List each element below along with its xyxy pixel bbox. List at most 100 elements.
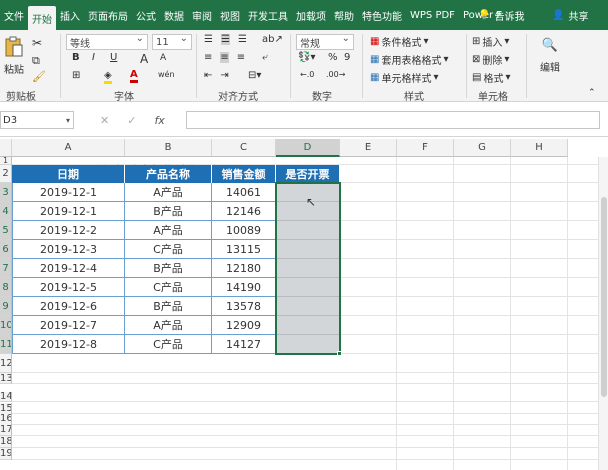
data-cell[interactable]: A产品 xyxy=(125,221,212,240)
fill-handle[interactable] xyxy=(337,351,342,356)
fill-color-button[interactable]: ◈ xyxy=(104,70,112,84)
data-cell[interactable]: 2019-12-3 xyxy=(12,240,125,259)
column-header-C[interactable]: C xyxy=(212,139,276,157)
data-cell[interactable]: C产品 xyxy=(125,278,212,297)
column-header-A[interactable]: A xyxy=(12,139,125,157)
row-header-6[interactable]: 6 xyxy=(0,240,12,259)
horizontal-align-buttons[interactable]: ≡ ≡ ≡ xyxy=(204,52,245,63)
font-size-dropdown[interactable]: 11 xyxy=(152,33,192,50)
select-all-corner[interactable] xyxy=(0,139,12,157)
tab-1[interactable]: 开始 xyxy=(28,6,56,30)
name-box[interactable]: D3 xyxy=(0,111,74,129)
data-cell[interactable]: B产品 xyxy=(125,202,212,221)
grow-font-button[interactable]: A xyxy=(140,52,148,66)
tab-5[interactable]: 数据 xyxy=(160,0,188,30)
data-cell[interactable]: 2019-12-1 xyxy=(12,202,125,221)
data-cell[interactable] xyxy=(276,240,340,259)
tab-12[interactable]: WPS PDF xyxy=(406,0,459,30)
data-cell[interactable] xyxy=(276,297,340,316)
data-cell[interactable]: 12146 xyxy=(212,202,276,221)
row-header-18[interactable]: 18 xyxy=(0,436,12,448)
confirm-icon[interactable]: ✓ xyxy=(127,114,136,127)
decrease-decimal-button[interactable]: .00→ xyxy=(326,70,345,79)
font-color-button[interactable]: A xyxy=(130,70,138,83)
tell-me[interactable]: 💡 告诉我 xyxy=(478,0,524,30)
data-cell[interactable]: 2019-12-8 xyxy=(12,335,125,354)
data-cell[interactable]: 12180 xyxy=(212,259,276,278)
row-header-4[interactable]: 4 xyxy=(0,202,12,221)
cancel-icon[interactable]: ✕ xyxy=(100,114,109,127)
row-header-17[interactable]: 17 xyxy=(0,424,12,436)
percent-button[interactable]: % xyxy=(328,52,338,63)
wrap-text-button[interactable]: ⤶ xyxy=(262,52,268,63)
collapse-ribbon-button[interactable]: ⌃ xyxy=(588,88,596,98)
number-format-dropdown[interactable]: 常规 xyxy=(296,33,354,50)
tab-8[interactable]: 开发工具 xyxy=(244,0,292,30)
comma-button[interactable]: 9 xyxy=(344,52,350,63)
copy-button[interactable]: ⧉ xyxy=(32,54,40,68)
tab-4[interactable]: 公式 xyxy=(132,0,160,30)
row-header-1[interactable]: 1 xyxy=(0,157,12,165)
data-cell[interactable]: C产品 xyxy=(125,240,212,259)
data-cell[interactable]: A产品 xyxy=(125,316,212,335)
row-header-12[interactable]: 12 xyxy=(0,354,12,373)
data-cell[interactable]: 2019-12-2 xyxy=(12,221,125,240)
data-cell[interactable]: 2019-12-4 xyxy=(12,259,125,278)
data-cell[interactable]: A产品 xyxy=(125,183,212,202)
data-cell[interactable]: 13115 xyxy=(212,240,276,259)
data-cell[interactable]: 13578 xyxy=(212,297,276,316)
data-cell[interactable] xyxy=(276,259,340,278)
currency-button[interactable]: 💱▾ xyxy=(298,52,315,63)
data-cell[interactable] xyxy=(276,278,340,297)
vertical-scrollbar[interactable] xyxy=(598,157,608,470)
row-header-14[interactable]: 14 xyxy=(0,392,12,402)
editing-button[interactable]: 🔍 编辑 xyxy=(540,38,560,74)
row-header-9[interactable]: 9 xyxy=(0,297,12,316)
header-cell[interactable]: 销售金额 xyxy=(212,165,276,183)
cell-styles-button[interactable]: ▦ 单元格样式 ▾ xyxy=(370,70,438,85)
formula-input[interactable] xyxy=(186,111,600,129)
tab-2[interactable]: 插入 xyxy=(56,0,84,30)
format-painter-button[interactable]: 🖌 xyxy=(32,70,46,83)
indent-buttons[interactable]: ⇤ ⇥ xyxy=(204,70,229,81)
vertical-align-buttons[interactable]: ☰ ☰ ☰ xyxy=(204,34,247,45)
scroll-thumb[interactable] xyxy=(601,197,607,397)
border-button[interactable]: ⊞ xyxy=(72,70,80,81)
tab-6[interactable]: 审阅 xyxy=(188,0,216,30)
phonetic-button[interactable]: wén xyxy=(158,70,175,79)
column-header-E[interactable]: E xyxy=(340,139,397,157)
insert-function-button[interactable]: fx xyxy=(154,114,164,127)
row-header-11[interactable]: 11 xyxy=(0,335,12,354)
share-button[interactable]: 👤 共享 xyxy=(552,0,588,30)
data-cell[interactable] xyxy=(276,316,340,335)
font-name-dropdown[interactable]: 等线 xyxy=(66,33,148,50)
row-header-8[interactable]: 8 xyxy=(0,278,12,297)
data-cell[interactable]: B产品 xyxy=(125,297,212,316)
data-cell[interactable] xyxy=(276,335,340,354)
delete-cells-button[interactable]: ⊠ 删除 ▾ xyxy=(472,52,509,67)
merge-button[interactable]: ⊟▾ xyxy=(248,70,261,81)
underline-button[interactable]: U xyxy=(110,52,117,63)
data-cell[interactable] xyxy=(276,221,340,240)
data-cell[interactable]: 2019-12-1 xyxy=(12,183,125,202)
bold-button[interactable]: B xyxy=(72,52,80,63)
shrink-font-button[interactable]: A xyxy=(160,53,166,63)
column-header-D[interactable]: D xyxy=(276,139,340,157)
row-header-13[interactable]: 13 xyxy=(0,373,12,384)
row-header-2[interactable]: 2 xyxy=(0,165,12,183)
row-header-19[interactable]: 19 xyxy=(0,448,12,460)
row-header-3[interactable]: 3 xyxy=(0,183,12,202)
column-header-F[interactable]: F xyxy=(397,139,454,157)
header-cell[interactable]: 产品名称 xyxy=(125,165,212,183)
tab-7[interactable]: 视图 xyxy=(216,0,244,30)
data-cell[interactable]: 14127 xyxy=(212,335,276,354)
data-cell[interactable]: 2019-12-5 xyxy=(12,278,125,297)
format-as-table-button[interactable]: ▦ 套用表格格式 ▾ xyxy=(370,52,448,67)
column-header-B[interactable]: B xyxy=(125,139,212,157)
increase-decimal-button[interactable]: ←.0 xyxy=(300,70,314,79)
column-header-H[interactable]: H xyxy=(511,139,568,157)
data-cell[interactable]: 14061 xyxy=(212,183,276,202)
italic-button[interactable]: I xyxy=(92,52,95,63)
format-cells-button[interactable]: ▤ 格式 ▾ xyxy=(472,70,510,85)
data-cell[interactable]: 14190 xyxy=(212,278,276,297)
